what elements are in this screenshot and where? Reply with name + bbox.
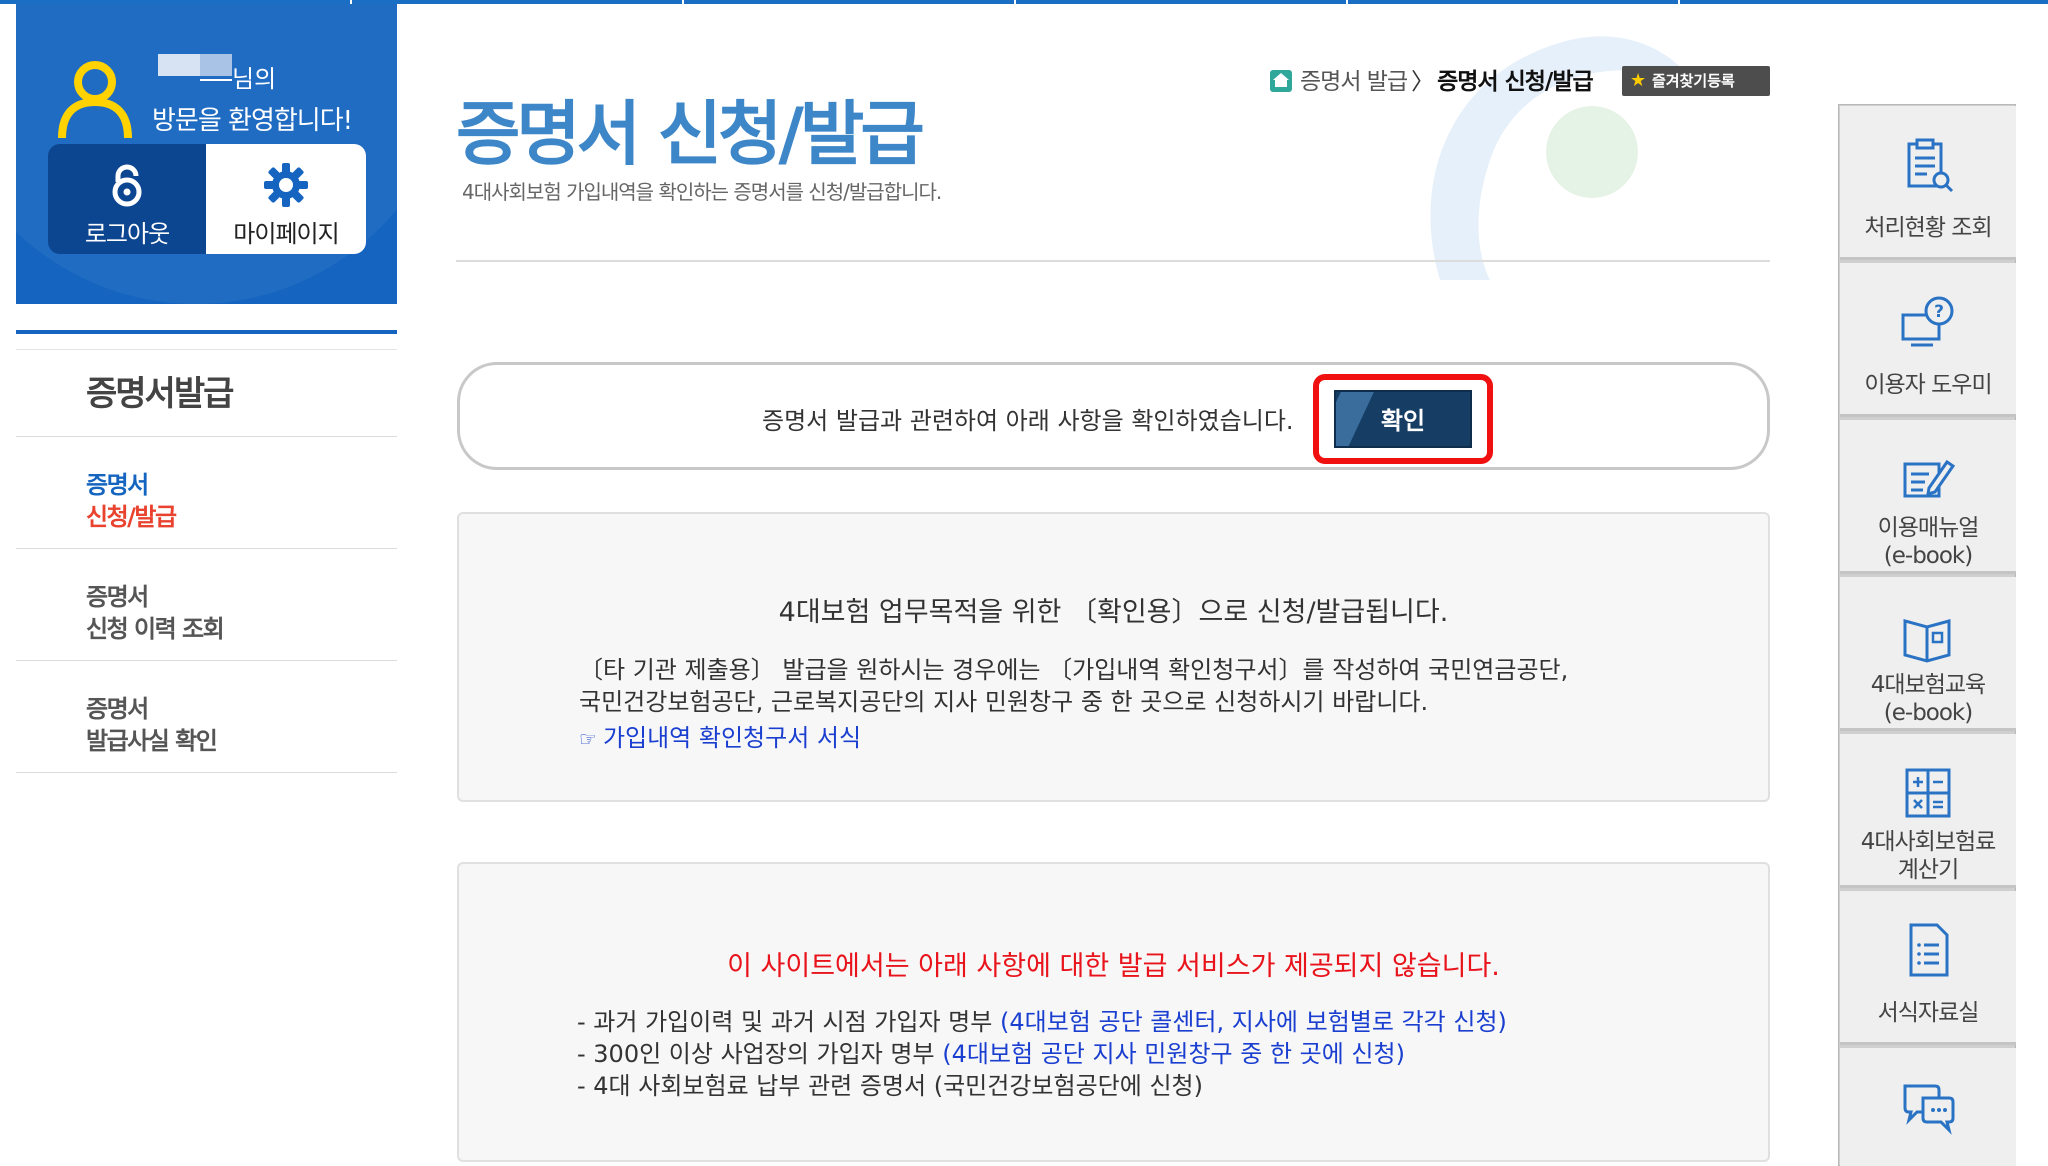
- notice-purpose-line2: 국민건강보험공단, 근로복지공단의 지사 민원창구 중 한 곳으로 신청하시기 …: [579, 688, 1429, 716]
- quick-item-label: 이용자 도우미: [1864, 372, 1992, 398]
- sidebar-item-line2: 발급사실 확인: [86, 727, 218, 755]
- sidebar-item-application-history[interactable]: 증명서 신청 이력 조회: [16, 549, 397, 661]
- quick-item-label: 서식자료실: [1877, 1000, 1980, 1026]
- notice-purpose-title: 4대보험 업무목적을 위한 〔확인용〕으로 신청/발급됩니다.: [778, 597, 1449, 628]
- chat-bubble-icon: [1903, 1084, 1955, 1135]
- sidebar-item-line2: 신청 이력 조회: [86, 615, 225, 643]
- quick-item-form-library[interactable]: 서식자료실: [1840, 891, 2016, 1045]
- logout-label: 로그아웃: [84, 220, 170, 248]
- request-form-link-label: 가입내역 확인청구서 서식: [602, 724, 862, 752]
- confirm-button[interactable]: 확인: [1334, 390, 1472, 448]
- quick-menu: 처리현황 조회 ? 이용자 도우미 이용매뉴얼 (e-book) 4대보험교육 …: [1838, 104, 2016, 1166]
- welcome-message: 방문을 환영합니다!: [152, 106, 353, 136]
- quick-item-sublabel: (e-book): [1883, 543, 1973, 569]
- home-icon[interactable]: [1270, 70, 1292, 92]
- confirm-text: 증명서 발급과 관련하여 아래 사항을 확인하였습니다.: [762, 407, 1294, 435]
- quick-item-label: 처리현황 조회: [1864, 215, 1992, 241]
- notice-purpose: 4대보험 업무목적을 위한 〔확인용〕으로 신청/발급됩니다. 〔타 기관 제출…: [457, 512, 1770, 802]
- notice-unavailable-services: 이 사이트에서는 아래 사항에 대한 발급 서비스가 제공되지 않습니다. - …: [457, 862, 1770, 1162]
- user-panel: 님의 방문을 환영합니다! 로그아웃 마이페이지: [16, 4, 397, 304]
- confirm-box: 증명서 발급과 관련하여 아래 사항을 확인하였습니다. 확인: [457, 362, 1770, 470]
- breadcrumb-current: 증명서 신청/발급: [1437, 69, 1594, 95]
- quick-item-label: 4대보험교육: [1870, 672, 1986, 698]
- quick-item-chat[interactable]: [1840, 1048, 2016, 1166]
- quick-item-sublabel: 계산기: [1897, 857, 1959, 883]
- calculator-icon: [1905, 768, 1951, 818]
- sidebar-item-certificate-apply[interactable]: 증명서 신청/발급: [16, 437, 397, 549]
- notice-purpose-body: 〔타 기관 제출용〕 발급을 원하시는 경우에는 〔가입내역 확인청구서〕를 작…: [579, 654, 1568, 718]
- breadcrumb: 증명서 발급 〉 증명서 신청/발급: [1270, 62, 1594, 96]
- mypage-label: 마이페이지: [233, 220, 339, 248]
- page-title: 증명서 신청/발급: [456, 93, 925, 175]
- notice-purpose-line1: 〔타 기관 제출용〕 발급을 원하시는 경우에는 〔가입내역 확인청구서〕를 작…: [579, 656, 1569, 684]
- quick-item-sublabel: (e-book): [1883, 700, 1973, 726]
- header-divider: [456, 260, 1770, 262]
- sidebar-item-issuance-verify[interactable]: 증명서 발급사실 확인: [16, 661, 397, 773]
- user-name-suffix: 님의: [232, 65, 277, 93]
- request-form-link[interactable]: ☞ 가입내역 확인청구서 서식: [579, 718, 861, 753]
- confirm-button-label: 확인: [1380, 407, 1426, 435]
- list-item: - 과거 가입이력 및 과거 시점 가입자 명부 (4대보험 공단 콜센터, 지…: [577, 1008, 1507, 1036]
- star-icon: ★: [1630, 70, 1647, 91]
- unavailable-list: - 과거 가입이력 및 과거 시점 가입자 명부 (4대보험 공단 콜센터, 지…: [577, 1006, 1507, 1102]
- document-icon: [1909, 923, 1949, 977]
- quick-item-status-inquiry[interactable]: 처리현황 조회: [1840, 106, 2016, 260]
- breadcrumb-separator: 〉: [1411, 69, 1434, 95]
- sidebar-item-line1: 증명서: [86, 695, 149, 723]
- sidebar-item-line1: 증명서: [86, 583, 149, 611]
- list-item: - 300인 이상 사업장의 가입자 명부 (4대보험 공단 지사 민원창구 중…: [577, 1040, 1405, 1068]
- sidebar-accent-bar: [16, 330, 397, 334]
- page-description: 4대사회보험 가입내역을 확인하는 증명서를 신청/발급합니다.: [462, 180, 942, 204]
- quick-item-user-manual[interactable]: 이용매뉴얼 (e-book): [1840, 420, 2016, 574]
- breadcrumb-parent[interactable]: 증명서 발급: [1300, 69, 1408, 95]
- quick-item-insurance-education[interactable]: 4대보험교육 (e-book): [1840, 577, 2016, 731]
- open-book-icon: [1903, 619, 1951, 663]
- quick-item-premium-calculator[interactable]: 4대사회보험료 계산기: [1840, 734, 2016, 888]
- favorite-label: 즐겨찾기등록: [1652, 72, 1735, 90]
- gear-icon: [264, 163, 308, 207]
- svg-text:?: ?: [1934, 302, 1944, 322]
- sidebar-item-line1: 증명서: [86, 471, 149, 499]
- notice-unavailable-title: 이 사이트에서는 아래 사항에 대한 발급 서비스가 제공되지 않습니다.: [727, 951, 1500, 982]
- quick-item-label: 이용매뉴얼: [1877, 515, 1980, 541]
- list-item: - 4대 사회보험료 납부 관련 증명서 (국민건강보험공단에 신청): [577, 1072, 1203, 1100]
- pointing-hand-icon: ☞: [579, 727, 597, 751]
- quick-item-user-help[interactable]: ? 이용자 도우미: [1840, 263, 2016, 417]
- computer-help-icon: ?: [1901, 296, 1954, 347]
- sidebar-title: 증명서발급: [16, 349, 397, 437]
- sidebar-item-line2: 신청/발급: [86, 503, 177, 531]
- logout-button[interactable]: 로그아웃: [48, 144, 206, 254]
- clipboard-search-icon: [1907, 138, 1954, 193]
- user-name-masked: [158, 54, 232, 81]
- edit-note-icon: [1903, 459, 1956, 498]
- lock-icon: [112, 164, 142, 207]
- quick-item-label: 4대사회보험료: [1860, 829, 1997, 855]
- add-favorite-button[interactable]: ★ 즐겨찾기등록: [1622, 66, 1770, 96]
- sidebar-title-text: 증명서발급: [86, 374, 234, 414]
- mypage-button[interactable]: 마이페이지: [206, 144, 366, 254]
- user-avatar-icon: [58, 61, 132, 139]
